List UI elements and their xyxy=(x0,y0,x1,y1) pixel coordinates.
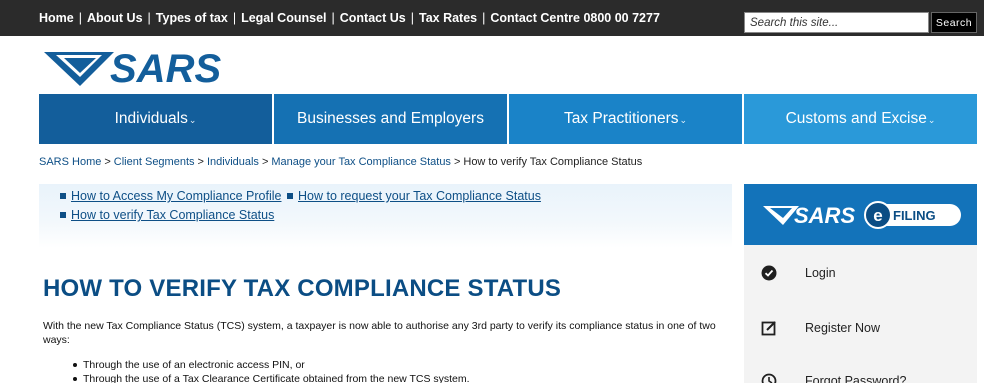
search-input[interactable] xyxy=(744,12,929,33)
main-nav-label: Individuals xyxy=(114,110,188,127)
top-nav-contact-us[interactable]: Contact Us xyxy=(340,11,406,25)
sars-logo[interactable]: SARS xyxy=(44,46,228,88)
efiling-brand-text: SARS xyxy=(794,203,855,228)
clock-icon xyxy=(760,372,778,383)
main-nav-label: Tax Practitioners xyxy=(563,110,679,127)
efiling-banner[interactable]: SARS e FILING xyxy=(744,184,977,245)
bullet-list: Through the use of an electronic access … xyxy=(73,358,470,383)
main-nav-tax-practitioners[interactable]: Tax Practitioners ⌄ xyxy=(509,94,742,144)
breadcrumb-individuals[interactable]: Individuals xyxy=(207,156,259,168)
check-circle-icon xyxy=(760,264,778,282)
breadcrumb-client-segments[interactable]: Client Segments xyxy=(114,156,195,168)
sidebar-item-login[interactable]: Login xyxy=(744,258,977,288)
breadcrumb-separator: > xyxy=(197,156,204,168)
sub-nav-request-status[interactable]: How to request your Tax Compliance Statu… xyxy=(287,189,541,203)
logo-text: SARS xyxy=(110,47,221,88)
top-nav-separator: | xyxy=(482,11,486,25)
top-nav-contact-centre[interactable]: Contact Centre 0800 00 7277 xyxy=(490,11,660,25)
sub-nav: How to Access My Compliance Profile How … xyxy=(39,184,732,248)
intro-paragraph: With the new Tax Compliance Status (TCS)… xyxy=(43,320,716,346)
efiling-badge-text: FILING xyxy=(893,208,936,223)
bullet-square-icon xyxy=(60,212,66,218)
top-nav-types-of-tax[interactable]: Types of tax xyxy=(156,11,228,25)
bullet-square-icon xyxy=(60,193,66,199)
sub-nav-verify-status[interactable]: How to verify Tax Compliance Status xyxy=(60,208,274,222)
breadcrumb-manage-tcs[interactable]: Manage your Tax Compliance Status xyxy=(271,156,451,168)
breadcrumb-current: How to verify Tax Compliance Status xyxy=(463,156,643,168)
list-item: Through the use of an electronic access … xyxy=(73,358,470,372)
sidebar-item-label: Register Now xyxy=(805,321,881,335)
list-item: Through the use of a Tax Clearance Certi… xyxy=(73,372,470,383)
main-nav-businesses-employers[interactable]: Businesses and Employers xyxy=(274,94,507,144)
top-nav-separator: | xyxy=(331,11,335,25)
page-title: HOW TO VERIFY TAX COMPLIANCE STATUS xyxy=(43,275,562,302)
top-nav-separator: | xyxy=(232,11,237,25)
sidebar-item-label: Login xyxy=(805,266,836,280)
main-nav-customs-excise[interactable]: Customs and Excise ⌄ xyxy=(744,94,977,144)
breadcrumb-sars-home[interactable]: SARS Home xyxy=(39,156,101,168)
sidebar-item-forgot-password[interactable]: Forgot Password? xyxy=(744,366,977,383)
efiling-e-letter: e xyxy=(873,206,882,225)
sidebar-item-register[interactable]: Register Now xyxy=(744,313,977,343)
bullet-square-icon xyxy=(287,193,293,199)
search-button[interactable]: Search xyxy=(931,12,977,33)
main-nav-label: Businesses and Employers xyxy=(297,110,484,127)
breadcrumb-separator: > xyxy=(453,156,461,168)
main-nav: Individuals ⌄ Businesses and Employers Ta… xyxy=(39,94,977,144)
chevron-down-icon: ⌄ xyxy=(927,115,936,125)
sidebar-item-label: Forgot Password? xyxy=(805,374,907,383)
efiling-side-panel: Login Register Now Forgot Password? xyxy=(744,245,977,383)
sub-nav-label: How to Access My Compliance Profile xyxy=(71,189,282,203)
edit-icon xyxy=(760,319,778,337)
top-nav: Home | About Us | Types of tax | Legal C… xyxy=(39,0,660,36)
top-nav-separator: | xyxy=(147,11,151,25)
sub-nav-label: How to request your Tax Compliance Statu… xyxy=(298,189,541,203)
chevron-down-icon: ⌄ xyxy=(679,115,688,125)
breadcrumb-separator: > xyxy=(261,156,269,168)
main-nav-individuals[interactable]: Individuals ⌄ xyxy=(39,94,272,144)
breadcrumb: SARS Home > Client Segments > Individuals > Ma… xyxy=(39,156,642,168)
main-nav-label: Customs and Excise xyxy=(785,110,927,127)
top-nav-home[interactable]: Home xyxy=(39,11,74,25)
breadcrumb-separator: > xyxy=(104,156,111,168)
top-nav-separator: | xyxy=(78,11,82,25)
sub-nav-access-profile[interactable]: How to Access My Compliance Profile xyxy=(60,189,282,203)
chevron-down-icon: ⌄ xyxy=(188,115,197,125)
top-nav-legal-counsel[interactable]: Legal Counsel xyxy=(241,11,326,25)
top-nav-about-us[interactable]: About Us xyxy=(87,11,143,25)
efiling-logo: SARS e FILING xyxy=(763,201,961,229)
top-nav-tax-rates[interactable]: Tax Rates xyxy=(419,11,477,25)
top-nav-separator: | xyxy=(410,11,414,25)
sub-nav-label: How to verify Tax Compliance Status xyxy=(71,208,275,222)
